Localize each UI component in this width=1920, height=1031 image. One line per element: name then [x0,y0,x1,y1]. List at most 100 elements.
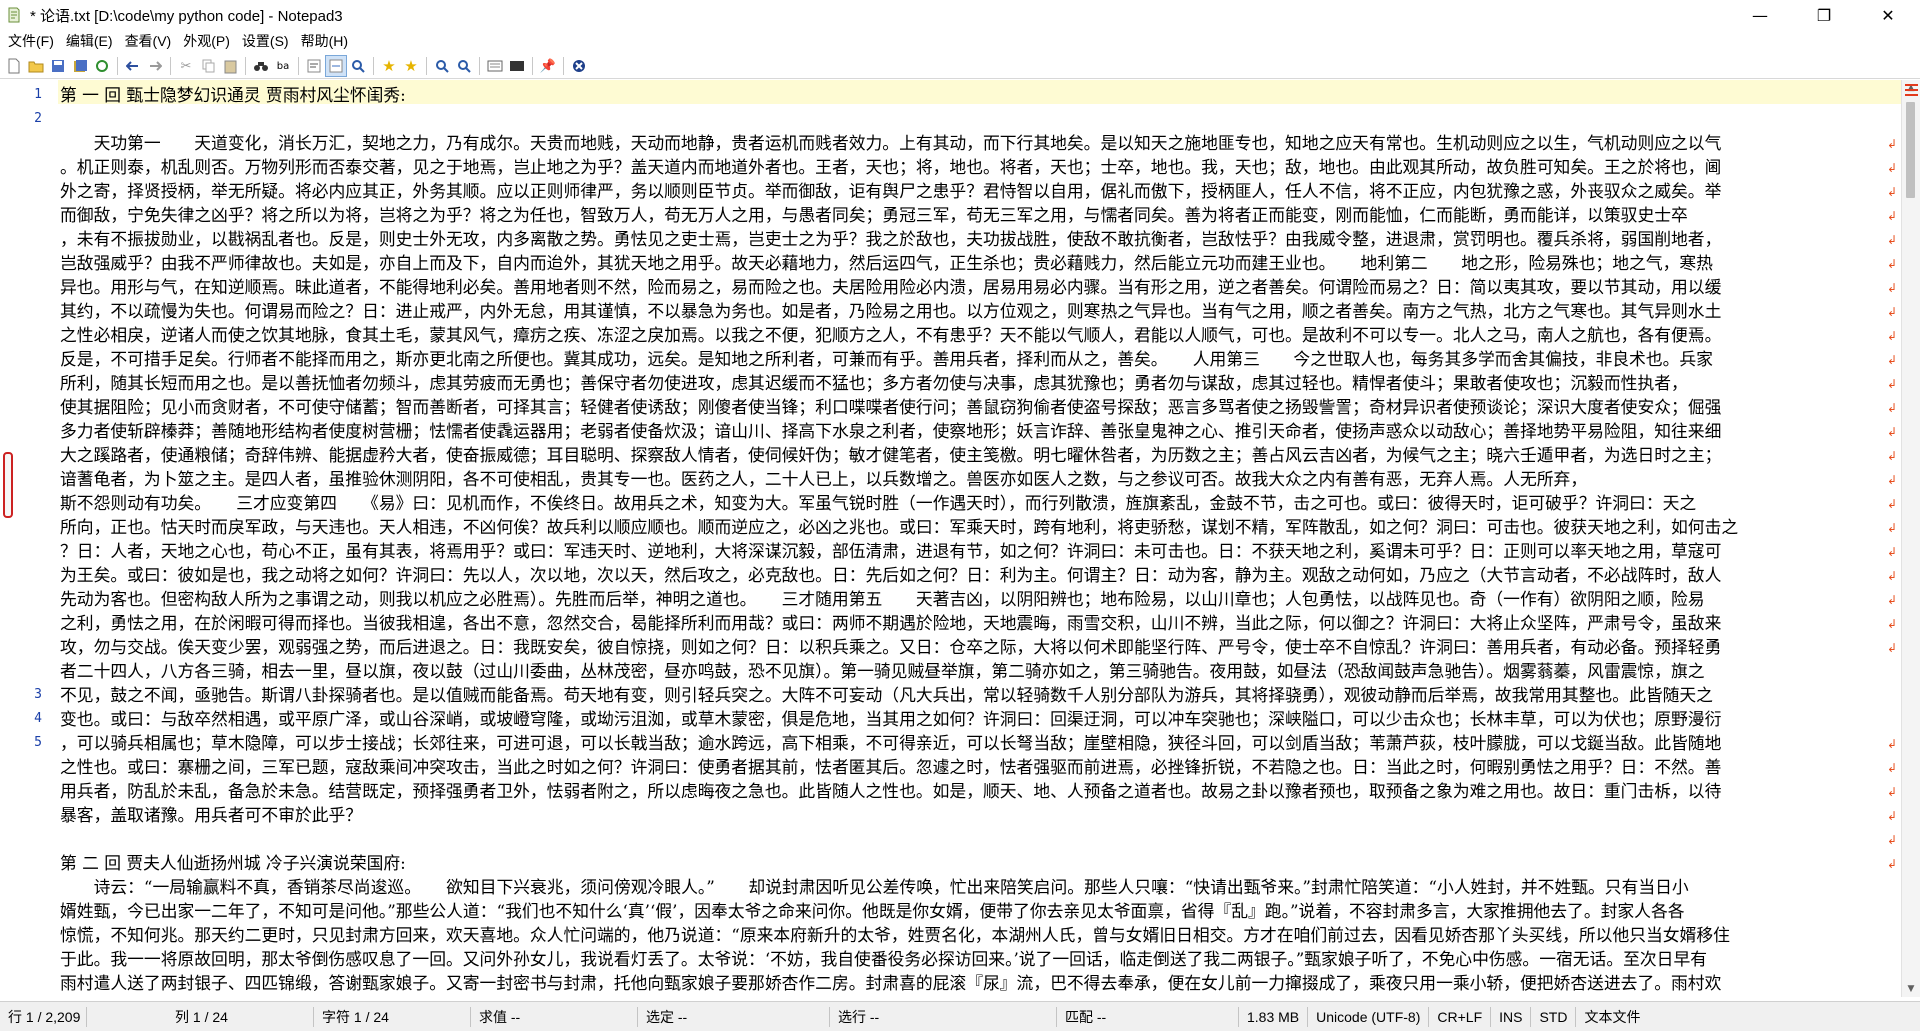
text-line[interactable]: 第 一 回 甄士隐梦幻识通灵 贾雨村风尘怀闺秀: [60,83,1902,107]
menu-settings[interactable]: 设置(S) [236,31,295,51]
undo-icon[interactable] [122,55,144,77]
minimize-button[interactable]: — [1728,0,1792,30]
zoom-out-icon[interactable] [453,55,475,77]
wrap-indicator-icon: ↲ [1886,809,1898,823]
text-line[interactable]: 婿姓甄，今已出家一二年了，不知可是问他。”那些公人道：“我们也不知什么‘真’‘假… [60,899,1902,923]
text-line[interactable]: 攻，勿与交战。俟天变少罢，观弱强之势，而后进退之。日：我既安矣，彼自惊挠，则如之… [60,635,1902,659]
long-line-icon[interactable] [325,55,347,77]
find-icon[interactable] [250,55,272,77]
text-line[interactable]: 第 二 回 贾夫人仙逝扬州城 冷子兴演说荣国府: [60,851,1902,875]
toolbar-separator [170,57,171,75]
text-line[interactable]: 之利，勇怯之用，在於闲暇可得而择也。当彼我相遑，各出不意，忽然交合，曷能择所利而… [60,611,1902,635]
text-line[interactable]: 雨村遣人送了两封银子、四匹锦缎，答谢甄家娘子。又寄一封密书与封肃，托他向甄家娘子… [60,971,1902,995]
zoom-in-icon[interactable] [431,55,453,77]
text-line[interactable]: 大之蹊路者，使通粮储；奇辞伟辨、能据虚矜大者，使奋振威德；耳目聪明、探察敌人情者… [60,443,1902,467]
status-encoding[interactable]: Unicode (UTF-8) [1308,1006,1430,1027]
text-line[interactable]: 所利，随其长短而用之也。是以善抚恤者勿频斗，虑其劳疲而无勇也；善保守者勿使进攻，… [60,371,1902,395]
text-line[interactable]: 之性也。或曰：寨栅之间，三军已题，寇敌乘间冲突攻击，当此之时如之何？许洞曰：使勇… [60,755,1902,779]
editor-area[interactable]: 1 2 3 4 5 第 一 回 甄士隐梦幻识通灵 贾雨村风尘怀闺秀: 天功第一 天道变化… [0,80,1920,997]
text-line[interactable]: 斯不怨则动有功矣。 三才应变第四 《易》曰：见机而作，不俟终日。故用兵之术，知变… [60,491,1902,515]
close-button[interactable]: ✕ [1856,0,1920,30]
status-line[interactable]: 行 1 / 2,209 [0,1006,87,1027]
replace-icon[interactable]: ba [272,55,294,77]
new-file-icon[interactable] [3,55,25,77]
reload-icon[interactable] [91,55,113,77]
text-line[interactable]: 不见，鼓之不闻，亟驰告。斯谓八卦探骑者也。是以值贼而能备焉。苟天地有变，则引轻兵… [60,683,1902,707]
text-line[interactable]: ，未有不振拔勋业，以戡祸乱者也。反是，则史士外无攻，内多离散之势。勇怯见之吏士焉… [60,227,1902,251]
line-number-gutter[interactable]: 1 2 3 4 5 [0,80,58,997]
save-icon[interactable] [47,55,69,77]
text-line[interactable]: 。机正则泰，机乱则否。万物列形而否泰交著，见之于地焉，岂止地之为乎？盖天道内而地… [60,155,1902,179]
text-line[interactable]: 多力者使斩辟榛莽；善随地形结构者使度树营栅；怯懦者使毳运器用；老弱者使备炊汲；谙… [60,419,1902,443]
vertical-scrollbar[interactable]: ▲ ▼ [1901,80,1920,997]
status-match[interactable]: 匹配 -- [1057,1006,1239,1027]
text-line[interactable]: 于此。我一一将原故回明，那太爷倒伤感叹息了一回。又问外孙女儿，我说看灯丢了。太爷… [60,947,1902,971]
text-line[interactable]: 岂敌强威乎？由我不严师律故也。夫如是，亦自上而及下，自内而迨外，其犹天地之用乎。… [60,251,1902,275]
text-line[interactable]: 其约，不以疏慢为失也。何谓易而险之？日：进止戒严，内外无怠，用其谨慎，不以暴急为… [60,299,1902,323]
redo-icon[interactable] [144,55,166,77]
copy-icon[interactable] [197,55,219,77]
text-line[interactable]: ？日：人者，天地之心也，苟心不正，虽有其表，将焉用乎？或曰：军违天时、逆地利，大… [60,539,1902,563]
status-ins[interactable]: INS [1491,1006,1532,1027]
text-line[interactable]: 变也。或曰：与敌卒然相遇，或平原广泽，或山谷深峭，或坡嶝穹隆，或坳污沮洳，或草木… [60,707,1902,731]
text-line[interactable]: 反是，不可措手足矣。行师者不能择而用之，斯亦更北南之所便也。冀其成功，远矣。是知… [60,347,1902,371]
toolbar-separator [479,57,480,75]
text-line[interactable]: 天功第一 天道变化，消长万汇，契地之力，乃有成尔。天贵而地贱，天动而地静，贵者运… [60,131,1902,155]
scheme-icon[interactable] [484,55,506,77]
status-selection[interactable]: 选定 -- [638,1006,830,1027]
status-eol[interactable]: CR+LF [1429,1006,1492,1027]
status-lexer[interactable]: 文本文件 [1576,1007,1648,1027]
text-line[interactable]: 所向，正也。怙天时而戾军政，与天违也。天人相违，不凶何俟？故兵利以顺应顺也。顺而… [60,515,1902,539]
status-selected-lines[interactable]: 选行 -- [830,1006,1057,1027]
menu-edit[interactable]: 编辑(E) [60,31,119,51]
line-number[interactable]: 2 [0,111,42,126]
text-line[interactable]: ，可以骑兵相属也；草木隐障，可以步士接战；长郊往来，可进可退，可以长戟当敌；逾水… [60,731,1902,755]
maximize-button[interactable]: ❐ [1792,0,1856,30]
add-favorite-icon[interactable]: ★ [400,55,422,77]
text-line[interactable] [60,107,1902,131]
save-all-icon[interactable] [69,55,91,77]
text-line[interactable]: 使其据阻险；见小而贪财者，不可使守储蓄；智而善断者，可择其言；轻健者使诱敌；刚傻… [60,395,1902,419]
zoom-view-icon[interactable] [347,55,369,77]
text-line[interactable]: 暴客，盖取诸豫。用兵者可不审於此乎？ [60,803,1902,827]
line-number[interactable]: 3 [0,687,42,702]
text-line[interactable]: 者二十四人，八方各三骑，相去一里，昼以旗，夜以鼓（过山川委曲，丛林茂密，昼亦鸣鼓… [60,659,1902,683]
text-line[interactable]: 谙蓍龟者，为卜筮之主。是四人者，虽推验休测阴阳，各不可使相乱，贵其专一也。医药之… [60,467,1902,491]
word-wrap-icon[interactable] [303,55,325,77]
text-line[interactable]: 而御敌，宁免失律之凶乎？将之所以为将，岂将之为乎？将之为任也，智致万人，苟无万人… [60,203,1902,227]
open-folder-icon[interactable] [25,55,47,77]
menu-help[interactable]: 帮助(H) [295,31,354,51]
menu-appearance[interactable]: 外观(P) [177,31,236,51]
text-line[interactable]: 之性必相戾，逆诸人而使之饮其地脉，食其土毛，蒙其风气，瘴疠之疾、冻涩之戾加焉。以… [60,323,1902,347]
scroll-down-arrow[interactable]: ▼ [1902,981,1920,997]
text-line[interactable]: 用兵者，防乱於未乱，备急於未急。结营既定，预择强勇者卫外，怯弱者附之，所以虑晦夜… [60,779,1902,803]
exit-icon[interactable] [568,55,590,77]
cut-icon[interactable]: ✂ [175,55,197,77]
menu-view[interactable]: 查看(V) [119,31,178,51]
line-number[interactable]: 4 [0,711,42,726]
status-std[interactable]: STD [1531,1006,1577,1027]
status-char[interactable]: 字符 1 / 24 [314,1006,471,1027]
text-line[interactable]: 诗云：“一局输赢料不真，香销茶尽尚逡巡。 欲知目下兴衰兆，须问傍观冷眼人。” 却… [60,875,1902,899]
text-line[interactable]: 惊慌，不知何兆。那天约二更时，只见封肃方回来，欢天喜地。众人忙问端的，他乃说道：… [60,923,1902,947]
status-file-size[interactable]: 1.83 MB [1239,1006,1309,1027]
text-line[interactable]: 为王矣。或曰：彼如是也，我之动将之如何？许洞曰：先以人，次以地，次以天，然后攻之… [60,563,1902,587]
text-line[interactable]: 先动为客也。但密构敌人所为之事谓之动，则我以机应之必胜焉）。先胜而后举，神明之道… [60,587,1902,611]
paste-icon[interactable] [219,55,241,77]
wrap-indicator-icon: ↲ [1886,593,1898,607]
text-content[interactable]: 第 一 回 甄士隐梦幻识通灵 贾雨村风尘怀闺秀: 天功第一 天道变化，消长万汇，… [58,80,1902,997]
pin-icon[interactable]: 📌 [537,55,559,77]
customize-icon[interactable] [506,55,528,77]
text-line[interactable]: 外之寄，择贤授柄，举无所疑。将必内应其正，外务其顺。应以正则师律严，务以顺则臣节… [60,179,1902,203]
scrollbar-thumb[interactable] [1906,102,1915,198]
wrap-indicator-icon: ↲ [1886,305,1898,319]
text-line[interactable]: 异也。用形与气，在知逆顺焉。昧此道者，不能得地利必矣。善用地者则不然，险而易之，… [60,275,1902,299]
text-line[interactable] [60,827,1902,851]
text-line[interactable]: 喜自不必说，乃封百金赠封肃，外又谢甄家娘子许多物事，令其好生养赡，以待寻访女儿下… [60,995,1902,997]
menu-file[interactable]: 文件(F) [0,31,60,51]
status-column[interactable]: 列 1 / 24 [167,1006,314,1027]
favorites-icon[interactable]: ★ [378,55,400,77]
line-number[interactable]: 1 [0,87,42,102]
line-number[interactable]: 5 [0,735,42,750]
status-find[interactable]: 求值 -- [471,1006,638,1027]
